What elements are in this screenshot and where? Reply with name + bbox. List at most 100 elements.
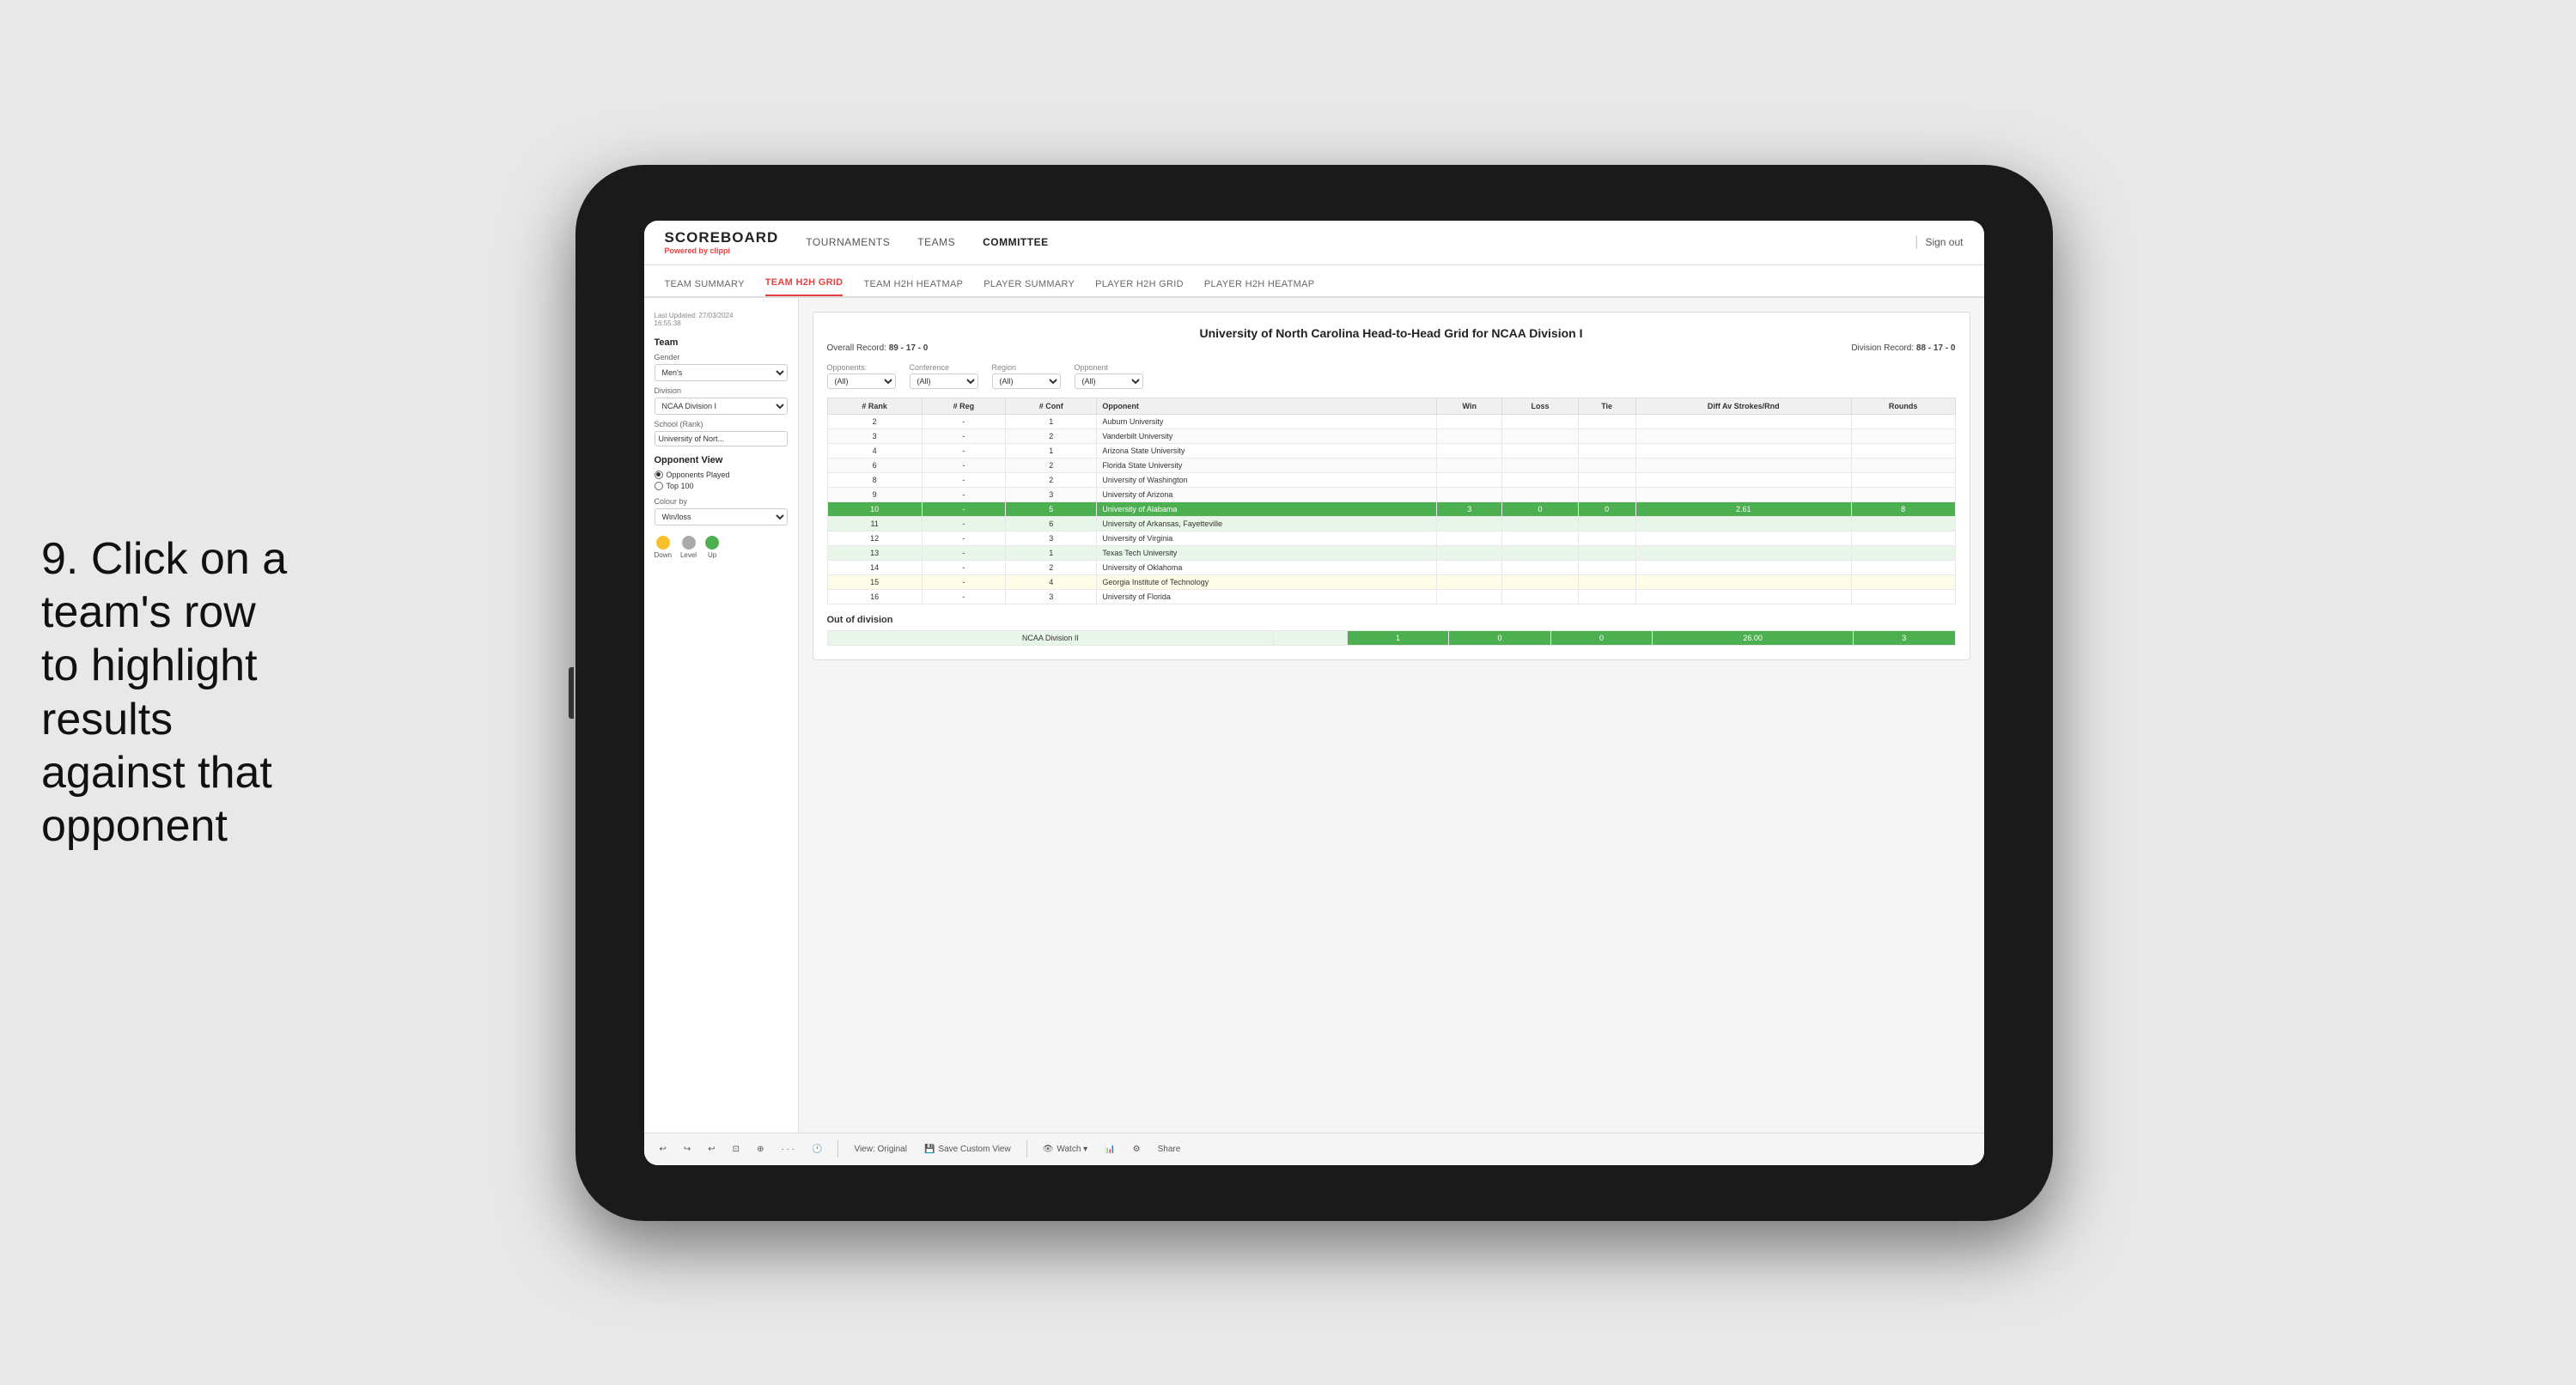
cell-loss — [1502, 531, 1578, 545]
table-row[interactable]: 16-3University of Florida — [827, 589, 1955, 604]
ood-tie: 0 — [1550, 630, 1652, 645]
table-row[interactable]: 3-2Vanderbilt University — [827, 428, 1955, 443]
cell-reg: - — [922, 458, 1005, 472]
cell-rank: 6 — [827, 458, 922, 472]
cell-conf: 5 — [1006, 501, 1097, 516]
cell-loss — [1502, 545, 1578, 560]
cell-tie — [1578, 472, 1635, 487]
legend-dot-down — [656, 536, 670, 550]
cell-opponent: Texas Tech University — [1097, 545, 1437, 560]
cell-opponent: Arizona State University — [1097, 443, 1437, 458]
cell-loss — [1502, 589, 1578, 604]
sidebar-gender-select[interactable]: Men's — [655, 364, 788, 381]
cell-win — [1437, 516, 1502, 531]
cell-opponent: University of Oklahoma — [1097, 560, 1437, 574]
logo-powered: Powered by clippi — [665, 246, 779, 255]
plus-btn[interactable]: ⊕ — [752, 1142, 769, 1157]
nav-separator: | — [1915, 234, 1918, 250]
opponents-select[interactable]: (All) — [827, 374, 896, 389]
cell-win — [1437, 545, 1502, 560]
cell-loss — [1502, 472, 1578, 487]
cell-rank: 10 — [827, 501, 922, 516]
cell-conf: 2 — [1006, 472, 1097, 487]
cell-rounds — [1851, 487, 1955, 501]
sign-out-link[interactable]: Sign out — [1925, 236, 1963, 248]
sub-nav-team-h2h-grid[interactable]: TEAM H2H GRID — [765, 277, 843, 296]
table-row[interactable]: 2-1Auburn University — [827, 414, 1955, 428]
cell-diff — [1635, 472, 1851, 487]
h2h-grid-table: # Rank # Reg # Conf Opponent Win Loss Ti… — [827, 398, 1956, 604]
sidebar-division-select[interactable]: NCAA Division I — [655, 398, 788, 415]
radio-top-100[interactable]: Top 100 — [655, 482, 788, 490]
chart-btn[interactable]: 📊 — [1099, 1142, 1120, 1157]
cell-opponent: University of Arkansas, Fayetteville — [1097, 516, 1437, 531]
undo2-btn[interactable]: ↩ — [703, 1142, 720, 1157]
table-row[interactable]: 4-1Arizona State University — [827, 443, 1955, 458]
content-area: University of North Carolina Head-to-Hea… — [799, 298, 1984, 1133]
clock-btn[interactable]: 🕐 — [807, 1142, 827, 1157]
nav-teams[interactable]: TEAMS — [917, 233, 955, 252]
radio-opponents-played[interactable]: Opponents Played — [655, 471, 788, 479]
table-row[interactable]: 9-3University of Arizona — [827, 487, 1955, 501]
cell-rank: 13 — [827, 545, 922, 560]
col-rank: # Rank — [827, 398, 922, 414]
cell-tie — [1578, 589, 1635, 604]
table-row[interactable]: 11-6University of Arkansas, Fayetteville — [827, 516, 1955, 531]
table-row[interactable]: 10-5University of Alabama3002.618 — [827, 501, 1955, 516]
table-row[interactable]: 14-2University of Oklahoma — [827, 560, 1955, 574]
cell-opponent: Florida State University — [1097, 458, 1437, 472]
sidebar-team-label: Team — [655, 337, 788, 348]
redo-btn[interactable]: ↪ — [679, 1142, 696, 1157]
cell-diff — [1635, 487, 1851, 501]
cell-tie — [1578, 443, 1635, 458]
sidebar-division-label: Division — [655, 386, 788, 395]
cell-tie — [1578, 458, 1635, 472]
bottom-toolbar: ↩ ↪ ↩ ⊡ ⊕ · · · 🕐 View: Original 💾 Save … — [644, 1133, 1984, 1165]
sidebar-colour-by-select[interactable]: Win/loss — [655, 508, 788, 525]
sidebar-timestamp: Last Updated: 27/03/2024 16:55:38 — [655, 312, 788, 327]
table-row[interactable]: 13-1Texas Tech University — [827, 545, 1955, 560]
cell-conf: 1 — [1006, 414, 1097, 428]
table-row[interactable]: 12-3University of Virginia — [827, 531, 1955, 545]
legend-dot-up — [705, 536, 719, 550]
main-panel: University of North Carolina Head-to-Hea… — [813, 312, 1970, 660]
cell-opponent: University of Florida — [1097, 589, 1437, 604]
cell-reg: - — [922, 545, 1005, 560]
cell-loss — [1502, 443, 1578, 458]
sub-navigation: TEAM SUMMARY TEAM H2H GRID TEAM H2H HEAT… — [644, 265, 1984, 298]
nav-tournaments[interactable]: TOURNAMENTS — [806, 233, 890, 252]
region-select[interactable]: (All) — [992, 374, 1061, 389]
opponent-select[interactable]: (All) — [1075, 374, 1143, 389]
table-row[interactable]: 8-2University of Washington — [827, 472, 1955, 487]
nav-committee[interactable]: COMMITTEE — [983, 233, 1049, 252]
col-diff: Diff Av Strokes/Rnd — [1635, 398, 1851, 414]
step-number: 9. — [41, 533, 78, 583]
table-row[interactable]: 15-4Georgia Institute of Technology — [827, 574, 1955, 589]
conference-select[interactable]: (All) — [910, 374, 978, 389]
copy-btn[interactable]: ⊡ — [728, 1142, 745, 1157]
cell-conf: 3 — [1006, 589, 1097, 604]
view-original-btn[interactable]: View: Original — [849, 1142, 912, 1157]
cell-diff — [1635, 414, 1851, 428]
sub-nav-player-h2h-grid[interactable]: PLAYER H2H GRID — [1095, 279, 1184, 296]
sidebar-opponent-view-label: Opponent View — [655, 455, 788, 465]
undo-btn[interactable]: ↩ — [655, 1142, 672, 1157]
share-btn[interactable]: Share — [1153, 1142, 1186, 1157]
separator-btn[interactable]: · · · — [776, 1142, 800, 1157]
settings-btn[interactable]: ⚙ — [1128, 1142, 1146, 1157]
sub-nav-player-h2h-heatmap[interactable]: PLAYER H2H HEATMAP — [1204, 279, 1314, 296]
table-row[interactable]: 6-2Florida State University — [827, 458, 1955, 472]
cell-tie — [1578, 428, 1635, 443]
sub-nav-player-summary[interactable]: PLAYER SUMMARY — [984, 279, 1075, 296]
save-icon: 💾 — [924, 1145, 935, 1154]
sub-nav-team-h2h-heatmap[interactable]: TEAM H2H HEATMAP — [863, 279, 963, 296]
overall-record: Overall Record: 89 - 17 - 0 — [827, 343, 929, 353]
watch-btn[interactable]: 👁 Watch ▾ — [1038, 1142, 1093, 1157]
cell-diff: 2.61 — [1635, 501, 1851, 516]
cell-diff — [1635, 574, 1851, 589]
cell-conf: 3 — [1006, 487, 1097, 501]
out-of-division-row[interactable]: NCAA Division II 1 0 0 26.00 3 — [827, 630, 1955, 645]
cell-rank: 9 — [827, 487, 922, 501]
save-custom-btn[interactable]: 💾 Save Custom View — [919, 1142, 1016, 1157]
sub-nav-team-summary[interactable]: TEAM SUMMARY — [665, 279, 745, 296]
